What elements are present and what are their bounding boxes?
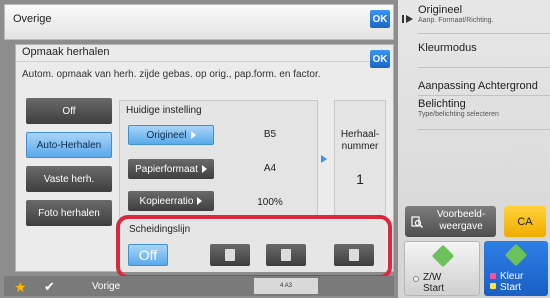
header-ok-button[interactable]: OK xyxy=(370,10,390,28)
sidebar-item-background[interactable]: Aanpassing Achtergrond xyxy=(418,70,550,96)
repeat-number-value: 1 xyxy=(356,171,364,187)
dialog-title: Opmaak herhalen xyxy=(22,46,110,58)
copy-ratio-button[interactable]: Kopieerratio xyxy=(128,191,214,211)
color-start-button[interactable]: Kleur Start xyxy=(484,241,548,296)
arrow-right-icon xyxy=(321,155,327,163)
sidebar-item-title: Belichting xyxy=(418,98,466,110)
highlight-ring xyxy=(116,215,392,279)
preview-label-line1: Voorbeeld- xyxy=(436,209,486,220)
sidebar-item-subtitle: Type/belichting selecteren xyxy=(418,111,499,118)
color-start-label-1: Kleur xyxy=(500,271,524,282)
bw-start-label-1: Z/W xyxy=(423,272,442,283)
arrow-right-icon xyxy=(201,165,207,173)
header-bar: Overige xyxy=(4,4,394,40)
repeat-number-panel: Herhaal- nummer 1 xyxy=(334,100,386,218)
preview-label: Voorbeeld- weergave xyxy=(429,209,493,233)
start-diamond-icon xyxy=(504,243,528,267)
sidebar-item-original[interactable]: Origineel Aanp. Formaat/Richting. xyxy=(418,4,550,34)
sidebar-item-title: Kleurmodus xyxy=(418,42,477,54)
dot-icon xyxy=(413,276,419,282)
arrow-right-icon xyxy=(197,197,203,205)
sidebar-item-exposure[interactable]: Belichting Type/belichting selecteren xyxy=(418,98,550,130)
bottom-bar: ★ ✔ Vorige 4 A3 xyxy=(4,276,394,296)
divider xyxy=(16,61,376,62)
bw-start-label-2: Start xyxy=(423,283,445,294)
original-value: B5 xyxy=(263,129,277,140)
magnifier-icon xyxy=(411,216,423,228)
option-off-button[interactable]: Off xyxy=(26,98,112,124)
clear-all-button[interactable]: CA xyxy=(504,206,546,237)
repeat-number-label-line1: Herhaal- xyxy=(340,129,380,140)
sidebar-item-title: Aanpassing Achtergrond xyxy=(418,80,538,92)
play-icon[interactable] xyxy=(402,14,414,24)
sidebar-item-color-mode[interactable]: Kleurmodus xyxy=(418,36,550,68)
paper-size-button[interactable]: Papierformaat xyxy=(128,159,214,179)
paper-size-label: Papierformaat xyxy=(135,163,198,175)
copy-ratio-value: 100% xyxy=(257,197,283,208)
original-button[interactable]: Origineel xyxy=(128,125,214,145)
color-dot-icon xyxy=(490,283,496,289)
current-settings-heading: Huidige instelling xyxy=(126,105,202,116)
repeat-number-label: Herhaal- nummer xyxy=(335,129,385,153)
preview-button[interactable]: Voorbeeld- weergave xyxy=(405,206,496,237)
current-settings-panel: Huidige instelling Origineel B5 Papierfo… xyxy=(119,100,318,218)
preview-label-line2: weergave xyxy=(439,221,483,232)
dialog-ok-button[interactable]: OK xyxy=(370,50,390,68)
copy-ratio-label: Kopieerratio xyxy=(139,195,194,207)
color-dot-icon xyxy=(490,273,496,279)
repeat-number-label-line2: nummer xyxy=(341,141,379,152)
header-title: Overige xyxy=(13,13,52,25)
bw-start-button[interactable]: Z/W Start xyxy=(404,241,480,296)
option-auto-repeat-button[interactable]: Auto-Herhalen xyxy=(26,132,112,158)
option-photo-repeat-button[interactable]: Foto herhalen xyxy=(26,200,112,226)
sidebar-item-subtitle: Aanp. Formaat/Richting. xyxy=(418,17,494,24)
back-button[interactable]: Vorige xyxy=(84,278,128,294)
original-label: Origineel xyxy=(146,129,187,141)
dialog-description: Autom. opmaak van herh. zijde gebas. op … xyxy=(22,69,321,80)
page-indicator: 4 A3 xyxy=(254,278,318,294)
arrow-right-icon xyxy=(190,131,196,139)
color-start-label-2: Start xyxy=(500,282,522,293)
sidebar-item-title: Origineel xyxy=(418,4,463,16)
option-fixed-repeat-button[interactable]: Vaste herh. xyxy=(26,166,112,192)
check-icon[interactable]: ✔ xyxy=(44,279,55,295)
start-diamond-icon xyxy=(431,244,455,268)
paper-size-value: A4 xyxy=(263,163,277,174)
star-icon[interactable]: ★ xyxy=(14,279,27,296)
